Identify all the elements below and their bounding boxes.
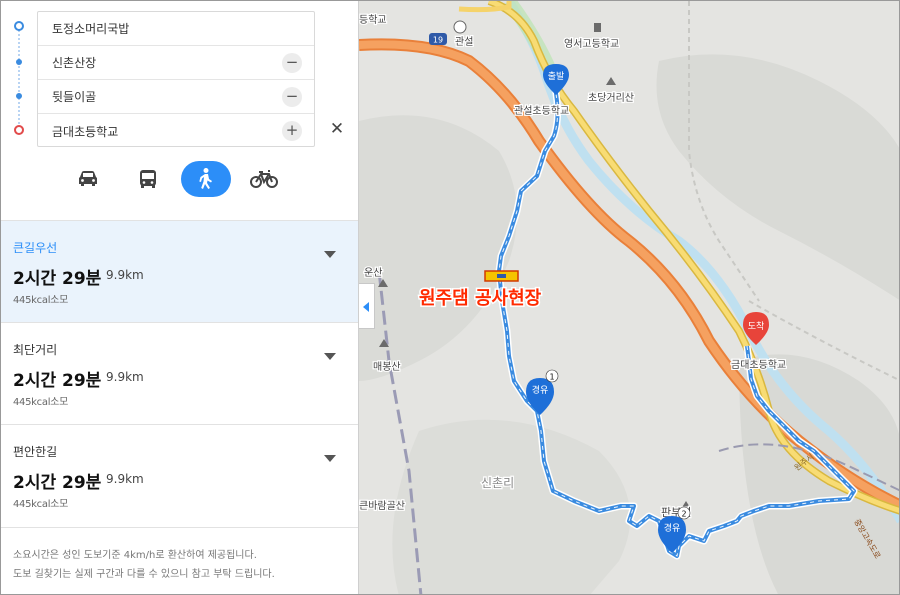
map-canvas[interactable]: 19 등학교 관설 영서고등학교 관설초등학교 초당거리산 운산 매봉산 신촌리…	[359, 1, 900, 595]
route-name: 편안한길	[13, 445, 58, 459]
map-view[interactable]: 19 등학교 관설 영서고등학교 관설초등학교 초당거리산 운산 매봉산 신촌리…	[359, 1, 900, 595]
place-label: 운산	[364, 267, 382, 279]
end-field-text: 금대초등학교	[52, 124, 119, 139]
panel-collapse-button[interactable]	[359, 283, 375, 329]
route-calories: 445kcal소모	[13, 397, 68, 408]
bus-mode-button[interactable]	[123, 161, 173, 197]
route-option[interactable]: 편안한길 2시간 29분 9.9km 445kcal소모	[1, 424, 358, 526]
start-field-text: 토정소머리국밥	[52, 22, 130, 36]
via1-field[interactable]: 신촌산장 −	[38, 46, 314, 80]
waypoint-list: 토정소머리국밥 신촌산장 − 뒷들이골 − 금대초등학교 +	[37, 11, 315, 147]
route-calories: 445kcal소모	[13, 499, 68, 510]
place-label: 등학교	[359, 14, 387, 26]
via2-field-text: 뒷들이골	[52, 90, 97, 104]
add-waypoint-button[interactable]: +	[282, 121, 302, 141]
route-name: 큰길우선	[13, 241, 58, 255]
end-marker-label: 도착	[748, 321, 765, 332]
route-time: 2시간 29분	[13, 269, 102, 289]
start-field[interactable]: 토정소머리국밥	[38, 12, 314, 46]
place-label: 초당거리산	[588, 92, 634, 104]
via1-field-text: 신촌산장	[52, 56, 97, 70]
end-field[interactable]: 금대초등학교 +	[38, 114, 314, 148]
app-window: 토정소머리국밥 신촌산장 − 뒷들이골 − 금대초등학교 + ✕ 큰길우선 2시…	[0, 0, 900, 595]
start-dot-icon	[14, 21, 24, 31]
chevron-down-icon[interactable]	[324, 251, 336, 258]
place-label: 큰바람골산	[359, 499, 405, 512]
car-icon	[79, 171, 97, 186]
construction-site-label: 원주댐 공사현장	[419, 288, 542, 309]
route-number: 19	[433, 36, 443, 45]
place-label: 관설초등학교	[514, 105, 569, 117]
place-label: 매봉산	[373, 361, 401, 373]
route-name: 최단거리	[13, 343, 58, 357]
end-dot-icon	[14, 125, 24, 135]
remove-waypoint-button[interactable]: −	[282, 87, 302, 107]
chevron-down-icon[interactable]	[324, 455, 336, 462]
place-label: 관설	[455, 36, 473, 48]
route-distance: 9.9km	[106, 472, 144, 486]
place-label: 영서고등학교	[564, 38, 619, 50]
start-marker-label: 출발	[548, 71, 565, 82]
walk-icon	[199, 168, 212, 189]
route-time: 2시간 29분	[13, 473, 102, 493]
bus-icon	[140, 170, 156, 188]
notice-line: 소요시간은 성인 도보기준 4km/h로 환산하여 제공됩니다.	[13, 550, 257, 561]
walk-mode-button[interactable]	[181, 161, 231, 197]
route-notice: 소요시간은 성인 도보기준 4km/h로 환산하여 제공됩니다. 도보 길찾기는…	[1, 527, 358, 594]
interchange-icon	[453, 20, 467, 34]
bicycle-mode-button[interactable]	[239, 161, 289, 197]
school-icon	[594, 23, 601, 32]
notice-line: 도보 길찾기는 실제 구간과 다를 수 있으니 참고 부탁 드립니다.	[13, 569, 275, 580]
via1-number: 1	[549, 373, 554, 382]
via-dot-icon	[16, 93, 22, 99]
route-time: 2시간 29분	[13, 371, 102, 391]
route-distance: 9.9km	[106, 370, 144, 384]
route-option[interactable]: 큰길우선 2시간 29분 9.9km 445kcal소모	[1, 220, 358, 322]
via2-number: 2	[681, 510, 686, 519]
route-distance: 9.9km	[106, 268, 144, 282]
transport-mode-tabs	[61, 161, 301, 199]
route-option[interactable]: 최단거리 2시간 29분 9.9km 445kcal소모	[1, 322, 358, 424]
bicycle-icon	[250, 170, 278, 188]
via1-marker-label: 경유	[532, 384, 549, 396]
place-label: 신촌리	[481, 476, 514, 490]
waypoint-indicator	[13, 21, 25, 137]
directions-panel: 토정소머리국밥 신촌산장 − 뒷들이골 − 금대초등학교 + ✕ 큰길우선 2시…	[1, 1, 359, 594]
close-icon[interactable]: ✕	[327, 119, 347, 139]
chevron-down-icon[interactable]	[324, 353, 336, 360]
via-dot-icon	[16, 59, 22, 65]
place-label: 금대초등학교	[731, 359, 786, 371]
car-mode-button[interactable]	[63, 161, 113, 197]
via2-marker-label: 경유	[664, 522, 681, 534]
remove-waypoint-button[interactable]: −	[282, 53, 302, 73]
route-calories: 445kcal소모	[13, 295, 68, 306]
via2-field[interactable]: 뒷들이골 −	[38, 80, 314, 114]
